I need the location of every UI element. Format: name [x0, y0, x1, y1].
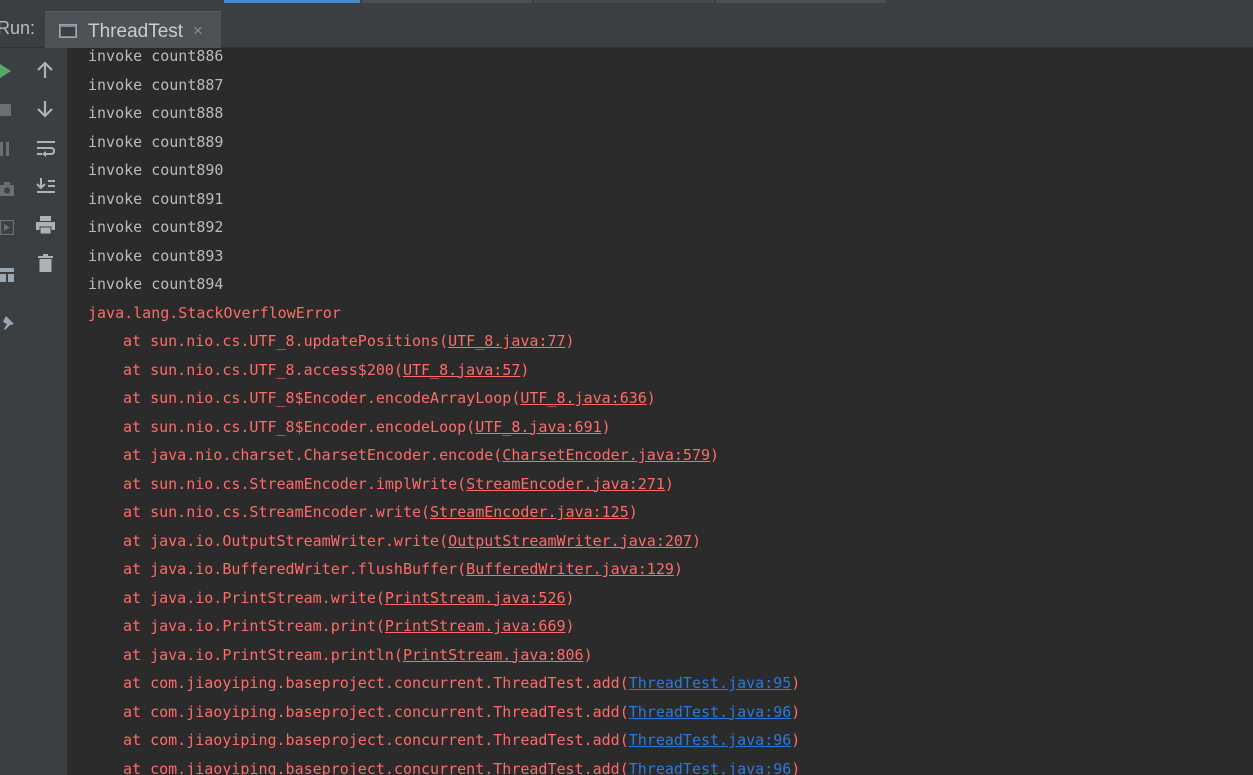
stack-frame-suffix: ) [710, 446, 720, 464]
stack-frame-method: at sun.nio.cs.StreamEncoder.write( [123, 503, 431, 521]
stack-frame-line: at sun.nio.cs.StreamEncoder.implWrite(St… [88, 472, 674, 496]
exit-icon[interactable] [0, 220, 14, 235]
output-line: invoke count894 [88, 275, 224, 293]
run-actions-bar [0, 48, 18, 775]
stack-frame-method: at java.io.OutputStreamWriter.write( [123, 531, 449, 550]
stack-frame-line: at com.jiaoyiping.baseproject.concurrent… [88, 700, 800, 724]
stack-frame-line: at java.nio.charset.CharsetEncoder.encod… [88, 443, 719, 467]
stop-icon[interactable] [0, 104, 11, 116]
exception-line: java.lang.StackOverflowError [88, 303, 341, 322]
stack-frame-line: at sun.nio.cs.UTF_8$Encoder.encodeArrayL… [88, 386, 656, 410]
stack-frame-suffix: ) [791, 759, 801, 775]
stack-frame-method: at sun.nio.cs.UTF_8.access$200( [123, 360, 403, 379]
source-link[interactable]: StreamEncoder.java:125 [430, 503, 629, 521]
stack-frame-suffix: ) [673, 560, 683, 578]
stack-frame-method: at com.jiaoyiping.baseproject.concurrent… [123, 731, 629, 749]
pin-icon[interactable] [0, 316, 14, 330]
source-link[interactable]: UTF_8.java:57 [403, 361, 520, 379]
stack-frame-line: at sun.nio.cs.UTF_8.updatePositions(UTF_… [88, 329, 575, 353]
rerun-icon[interactable] [0, 64, 11, 78]
source-link[interactable]: PrintStream.java:526 [385, 589, 566, 607]
stack-frame-method: at com.jiaoyiping.baseproject.concurrent… [123, 759, 629, 775]
stack-frame-suffix: ) [791, 674, 801, 692]
stack-frame-suffix: ) [565, 617, 575, 635]
output-line: invoke count888 [88, 104, 224, 122]
output-line: invoke count890 [88, 161, 224, 179]
scroll-to-end-icon[interactable] [36, 177, 56, 195]
console-toolbar [17, 48, 68, 775]
stack-frame-method: at sun.nio.cs.UTF_8$Encoder.encodeArrayL… [123, 389, 521, 407]
source-link[interactable]: CharsetEncoder.java:579 [502, 446, 710, 464]
stack-frame-suffix: ) [565, 332, 575, 350]
tab-close-button[interactable]: × [193, 21, 203, 41]
source-link[interactable]: UTF_8.java:636 [520, 389, 646, 407]
stack-frame-suffix: ) [646, 389, 656, 407]
output-line: invoke count893 [88, 246, 224, 265]
stack-frame-suffix: ) [791, 702, 801, 721]
layout-icon[interactable] [0, 268, 14, 282]
stack-frame-method: at sun.nio.cs.UTF_8.updatePositions( [123, 332, 449, 350]
output-line: invoke count887 [88, 75, 224, 94]
stack-frame-method: at sun.nio.cs.StreamEncoder.implWrite( [123, 474, 467, 493]
source-link[interactable]: UTF_8.java:77 [448, 332, 565, 350]
output-line: invoke count892 [88, 218, 224, 236]
source-link[interactable]: ThreadTest.java:95 [629, 674, 792, 692]
source-link[interactable]: BufferedWriter.java:129 [466, 560, 674, 578]
stack-frame-line: at java.io.PrintStream.print(PrintStream… [88, 614, 575, 638]
stack-frame-line: at com.jiaoyiping.baseproject.concurrent… [88, 728, 800, 752]
source-link[interactable]: PrintStream.java:669 [385, 617, 566, 635]
source-link[interactable]: UTF_8.java:691 [475, 418, 601, 436]
print-icon[interactable] [36, 216, 55, 234]
tab-title: ThreadTest [88, 21, 184, 42]
stack-frame-method: at com.jiaoyiping.baseproject.concurrent… [123, 674, 629, 692]
stack-frame-method: at java.io.BufferedWriter.flushBuffer( [123, 560, 467, 578]
stack-frame-suffix: ) [583, 645, 593, 664]
output-line: invoke count889 [88, 132, 224, 151]
stack-frame-line: at java.io.OutputStreamWriter.write(Outp… [88, 529, 701, 553]
stack-frame-line: at com.jiaoyiping.baseproject.concurrent… [88, 757, 800, 775]
arrow-up-icon[interactable] [36, 61, 54, 79]
stack-frame-suffix: ) [791, 731, 801, 749]
stack-frame-suffix: ) [565, 588, 575, 607]
source-link[interactable]: ThreadTest.java:96 [629, 731, 792, 749]
stack-frame-suffix: ) [520, 360, 530, 379]
stack-frame-line: at java.io.PrintStream.write(PrintStream… [88, 586, 575, 610]
run-label: Run: [0, 18, 36, 38]
console-icon [59, 24, 77, 38]
stack-frame-line: at sun.nio.cs.UTF_8$Encoder.encodeLoop(U… [88, 415, 611, 439]
stack-frame-suffix: ) [664, 474, 674, 493]
pause-icon[interactable] [0, 142, 10, 156]
camera-icon[interactable] [0, 182, 14, 196]
stack-frame-line: at sun.nio.cs.StreamEncoder.write(Stream… [88, 500, 638, 524]
tab-threadtest[interactable]: ThreadTest × [45, 11, 221, 50]
stack-frame-method: at com.jiaoyiping.baseproject.concurrent… [123, 702, 629, 721]
source-link[interactable]: PrintStream.java:806 [403, 646, 584, 664]
arrow-down-icon[interactable] [36, 100, 54, 118]
stack-frame-line: at sun.nio.cs.UTF_8.access$200(UTF_8.jav… [88, 358, 529, 382]
run-tool-window-header: Run: ThreadTest × [0, 3, 1253, 50]
stack-frame-method: at java.io.PrintStream.print( [123, 617, 385, 635]
output-line: invoke count886 [88, 48, 224, 65]
output-line: invoke count891 [88, 189, 224, 208]
stack-frame-method: at java.io.PrintStream.println( [123, 645, 403, 664]
soft-wrap-icon[interactable] [36, 139, 56, 157]
stack-frame-line: at java.io.PrintStream.println(PrintStre… [88, 643, 593, 667]
stack-frame-suffix: ) [601, 417, 611, 436]
source-link[interactable]: ThreadTest.java:96 [629, 760, 792, 775]
trash-icon[interactable] [38, 254, 53, 272]
stack-frame-suffix: ) [691, 531, 701, 550]
console-output[interactable]: invoke count886 invoke count887 invoke cou… [68, 48, 1253, 775]
stack-frame-method: at sun.nio.cs.UTF_8$Encoder.encodeLoop( [123, 417, 476, 436]
stack-frame-suffix: ) [628, 503, 638, 521]
source-link[interactable]: OutputStreamWriter.java:207 [448, 532, 692, 550]
stack-frame-line: at java.io.BufferedWriter.flushBuffer(Bu… [88, 557, 683, 581]
source-link[interactable]: StreamEncoder.java:271 [466, 475, 665, 493]
stack-frame-method: at java.nio.charset.CharsetEncoder.encod… [123, 446, 503, 464]
source-link[interactable]: ThreadTest.java:96 [629, 703, 792, 721]
stack-frame-line: at com.jiaoyiping.baseproject.concurrent… [88, 671, 800, 695]
stack-frame-method: at java.io.PrintStream.write( [123, 588, 385, 607]
